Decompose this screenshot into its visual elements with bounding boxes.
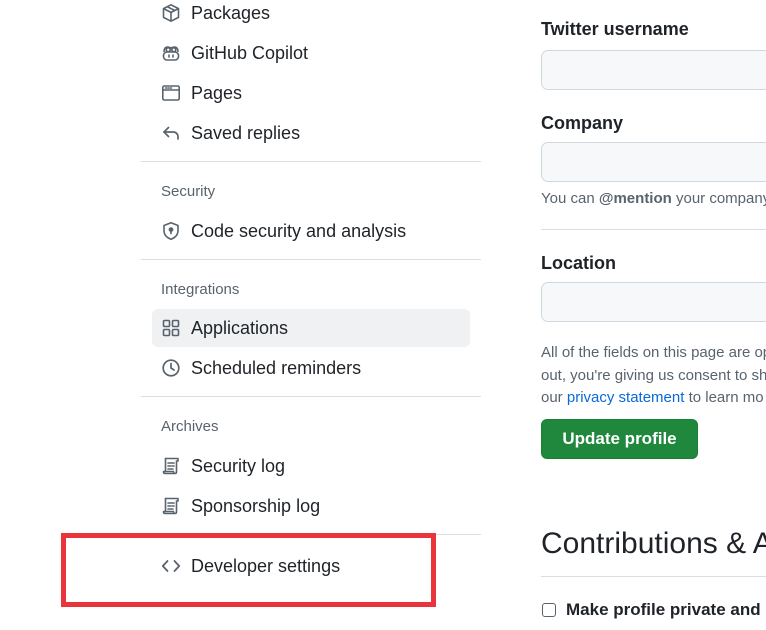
package-icon bbox=[161, 3, 181, 23]
copilot-icon bbox=[161, 43, 181, 63]
sidebar-item-sponsorship-log[interactable]: Sponsorship log bbox=[152, 487, 470, 525]
company-note-mention: @mention bbox=[598, 190, 672, 207]
sidebar-item-label: Scheduled reminders bbox=[191, 357, 362, 378]
update-profile-button[interactable]: Update profile bbox=[541, 419, 698, 459]
sidebar-heading-integrations: Integrations bbox=[161, 281, 240, 298]
company-note: You can @mention your company bbox=[541, 187, 766, 210]
browser-icon bbox=[161, 83, 181, 103]
sidebar-item-label: Code security and analysis bbox=[191, 220, 407, 241]
sidebar-item-applications[interactable]: Applications bbox=[152, 309, 470, 347]
sidebar-heading-archives: Archives bbox=[161, 418, 219, 435]
highlight-box bbox=[61, 533, 436, 607]
sidebar-item-security-log[interactable]: Security log bbox=[152, 447, 470, 485]
sidebar-item-label: Applications bbox=[191, 317, 289, 338]
sidebar-divider bbox=[141, 259, 481, 260]
disclaimer-line-1: All of the fields on this page are op bbox=[541, 344, 766, 361]
privacy-statement-link[interactable]: privacy statement bbox=[567, 389, 685, 406]
sidebar-item-pages[interactable]: Pages bbox=[152, 74, 470, 112]
twitter-username-input[interactable] bbox=[541, 50, 766, 90]
shield-lock-icon bbox=[161, 221, 181, 241]
disclaimer-line-2: out, you're giving us consent to sh bbox=[541, 367, 766, 384]
sidebar-item-scheduled-reminders[interactable]: Scheduled reminders bbox=[152, 349, 470, 387]
sidebar-divider bbox=[141, 161, 481, 162]
company-note-suffix: your company bbox=[671, 190, 766, 207]
location-label: Location bbox=[541, 253, 616, 273]
sidebar-item-label: Sponsorship log bbox=[191, 495, 321, 516]
sidebar-item-saved-replies[interactable]: Saved replies bbox=[152, 114, 470, 152]
sidebar-item-label: GitHub Copilot bbox=[191, 42, 309, 63]
sidebar-item-code-security[interactable]: Code security and analysis bbox=[152, 212, 470, 250]
sidebar-item-label: Saved replies bbox=[191, 122, 301, 143]
reply-icon bbox=[161, 123, 181, 143]
sidebar-item-label: Pages bbox=[191, 82, 243, 103]
sidebar-item-github-copilot[interactable]: GitHub Copilot bbox=[152, 34, 470, 72]
form-divider bbox=[541, 229, 766, 230]
log-icon bbox=[161, 456, 181, 476]
sidebar-divider bbox=[141, 396, 481, 397]
log-icon bbox=[161, 496, 181, 516]
location-input[interactable] bbox=[541, 282, 766, 322]
sidebar-item-label: Security log bbox=[191, 455, 286, 476]
company-input[interactable] bbox=[541, 142, 766, 182]
company-note-prefix: You can bbox=[541, 190, 599, 207]
company-label: Company bbox=[541, 113, 624, 133]
sidebar-item-label: Packages bbox=[191, 2, 271, 23]
contributions-section-title: Contributions & A bbox=[541, 527, 766, 560]
disclaimer-line-3: our privacy statement to learn mo bbox=[541, 386, 764, 409]
disclaimer-prefix: our bbox=[541, 389, 567, 406]
section-divider bbox=[541, 576, 766, 577]
apps-icon bbox=[161, 318, 181, 338]
clock-icon bbox=[161, 358, 181, 378]
make-profile-private-checkbox[interactable] bbox=[542, 603, 556, 617]
sidebar-item-packages[interactable]: Packages bbox=[152, 0, 470, 32]
disclaimer-suffix: to learn mo bbox=[684, 389, 764, 406]
make-profile-private-label[interactable]: Make profile private and bbox=[566, 600, 761, 620]
sidebar-heading-security: Security bbox=[161, 183, 216, 200]
twitter-username-label: Twitter username bbox=[541, 19, 689, 39]
